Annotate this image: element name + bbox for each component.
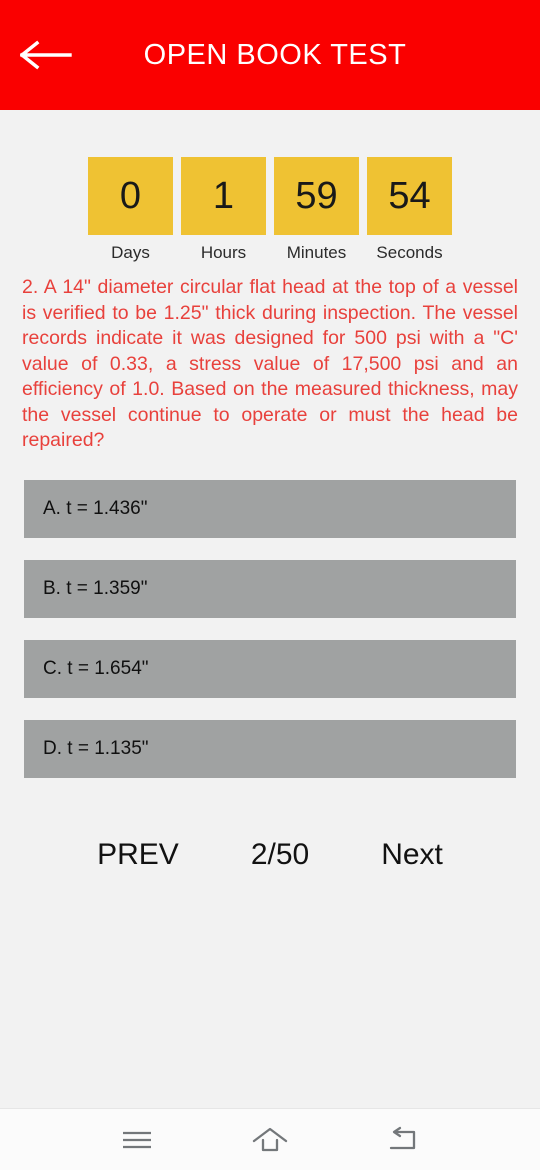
next-button[interactable]: Next <box>381 838 443 872</box>
question-text: 2. A 14" diameter circular flat head at … <box>22 276 518 451</box>
option-c[interactable]: C. t = 1.654" <box>24 639 516 698</box>
menu-icon <box>122 1131 151 1148</box>
timer-label-hours: Hours <box>200 243 247 262</box>
recents-button[interactable] <box>113 1116 161 1164</box>
timer-value-hours: 1 <box>181 157 266 235</box>
timer-label-minutes: Minutes <box>286 243 347 262</box>
prev-button[interactable]: PREV <box>97 838 179 872</box>
timer-value-seconds: 54 <box>367 157 452 235</box>
back-icon <box>390 1126 416 1149</box>
timer-value-minutes: 59 <box>274 157 359 235</box>
page-title: OPEN BOOK TEST <box>143 39 407 71</box>
system-navigation-bar <box>0 1108 540 1170</box>
question-navigation: PREV 2/50 Next <box>0 838 540 872</box>
option-b[interactable]: B. t = 1.359" <box>24 559 516 618</box>
answer-options: A. t = 1.436" B. t = 1.359" C. t = 1.654… <box>0 479 540 778</box>
timer-cell-seconds: 54 Seconds <box>367 157 452 263</box>
timer-label-seconds: Seconds <box>376 243 443 262</box>
option-a[interactable]: A. t = 1.436" <box>24 479 516 538</box>
option-d[interactable]: D. t = 1.135" <box>24 719 516 778</box>
back-nav-button[interactable] <box>379 1116 427 1164</box>
timer-value-days: 0 <box>88 157 173 235</box>
question-counter: 2/50 <box>250 837 310 871</box>
timer-cell-minutes: 59 Minutes <box>274 157 359 263</box>
home-icon <box>252 1127 288 1151</box>
app-header: OPEN BOOK TEST <box>0 0 540 110</box>
timer-cell-hours: 1 Hours <box>181 157 266 263</box>
back-button[interactable] <box>20 40 72 70</box>
timer-label-days: Days <box>111 243 150 262</box>
back-arrow-icon <box>20 40 72 70</box>
timer-cell-days: 0 Days <box>88 157 173 263</box>
app-root: OPEN BOOK TEST 0 Days 1 Hours 59 Minutes… <box>0 0 540 1170</box>
home-button[interactable] <box>246 1116 294 1164</box>
countdown-timer: 0 Days 1 Hours 59 Minutes 54 Seconds <box>0 157 540 263</box>
